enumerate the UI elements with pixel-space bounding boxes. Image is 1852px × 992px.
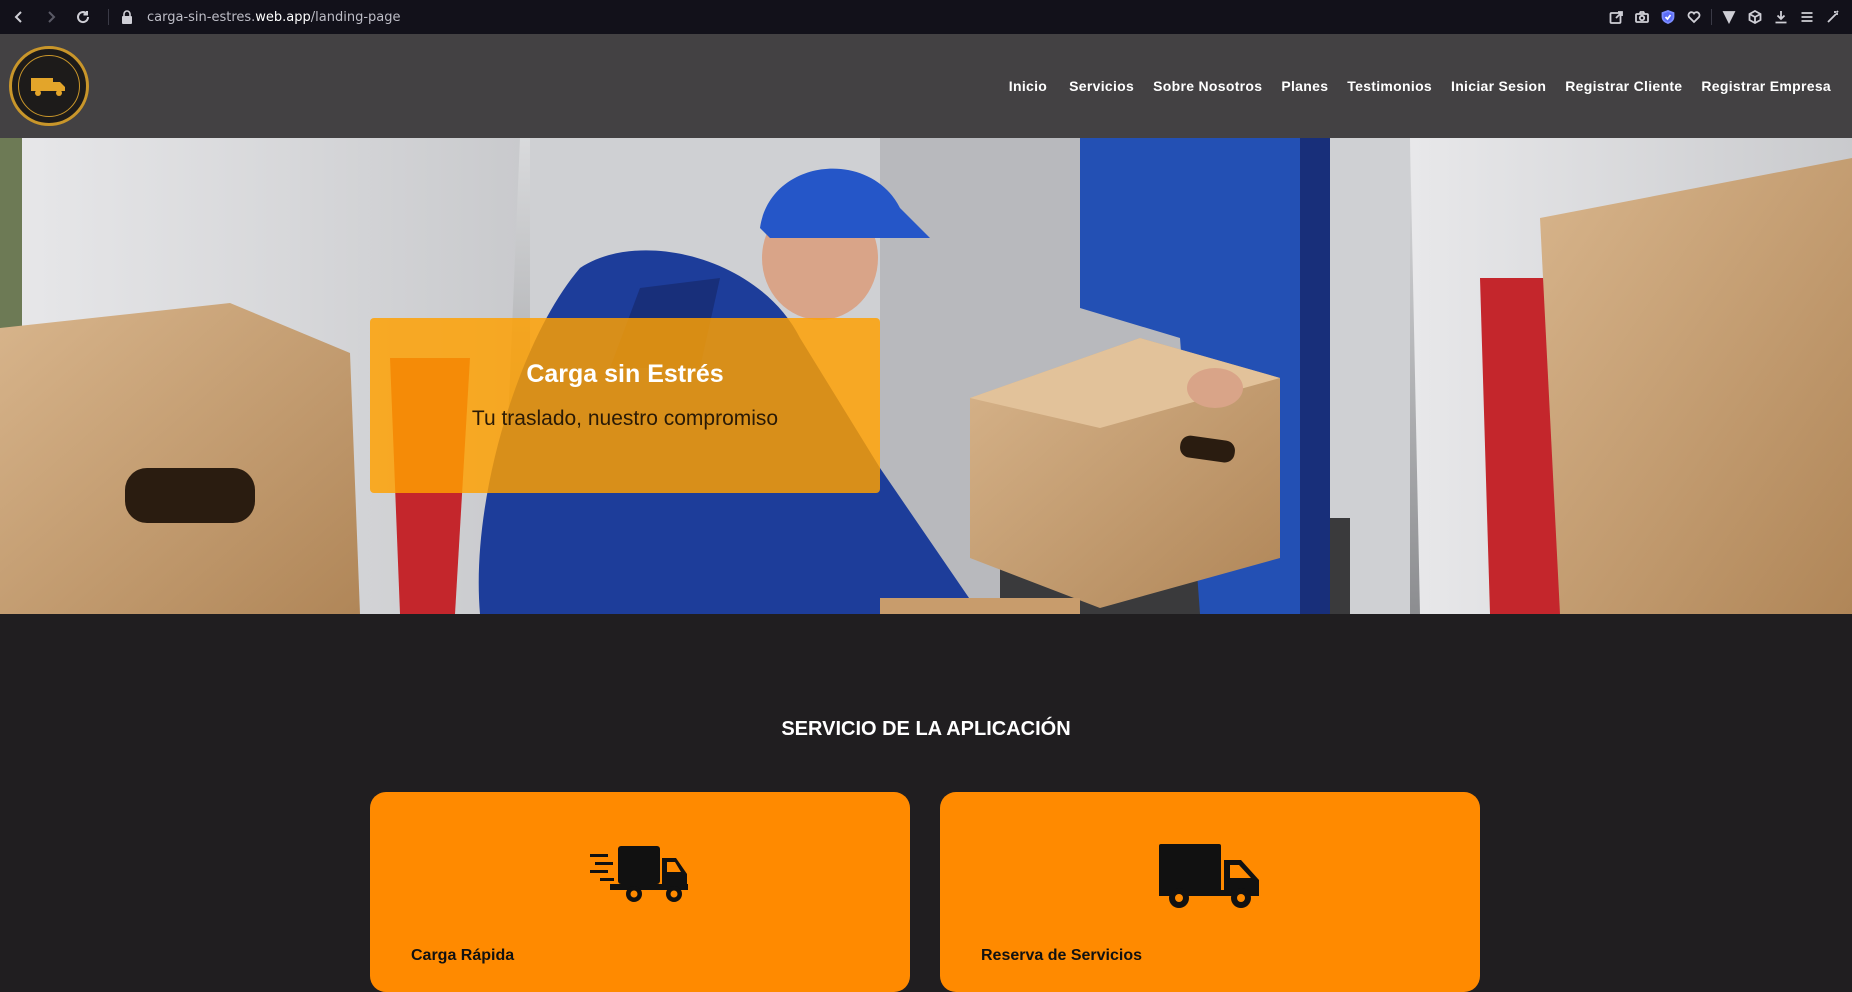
screenshot-button[interactable] — [1629, 4, 1655, 30]
profile-button[interactable] — [1820, 4, 1846, 30]
back-button[interactable] — [6, 4, 32, 30]
back-arrow-icon — [14, 11, 22, 23]
address-bar[interactable]: carga-sin-estres. web.app/landing-page — [121, 10, 401, 25]
service-card-carga-rapida[interactable]: Carga Rápida — [370, 792, 910, 992]
main-nav: Inicio Servicios Sobre Nosotros Planes T… — [1009, 34, 1831, 138]
nav-inicio[interactable]: Inicio — [1009, 78, 1047, 94]
nav-planes[interactable]: Planes — [1281, 78, 1328, 94]
reload-button[interactable] — [70, 4, 96, 30]
services-heading: SERVICIO DE LA APLICACIÓN — [781, 718, 1071, 740]
vee-icon — [1722, 11, 1736, 24]
menu-icon — [1801, 12, 1813, 22]
lock-icon — [122, 10, 132, 24]
icons-divider — [1711, 9, 1712, 25]
hero-card: Carga sin Estrés Tu traslado, nuestro co… — [370, 318, 880, 493]
fast-truck-icon — [370, 844, 910, 902]
url-path: /landing-page — [310, 9, 401, 25]
heart-icon — [1687, 11, 1701, 24]
nav-registrar-empresa[interactable]: Registrar Empresa — [1701, 78, 1831, 94]
camera-icon — [1635, 11, 1649, 23]
hero-background-image — [0, 138, 1852, 614]
share-icon — [1609, 11, 1623, 24]
logo-truck-icon — [31, 78, 65, 96]
nav-sobre-nosotros[interactable]: Sobre Nosotros — [1153, 78, 1262, 94]
downloads-button[interactable] — [1768, 4, 1794, 30]
bookmark-button[interactable] — [1681, 4, 1707, 30]
site-header: Inicio Servicios Sobre Nosotros Planes T… — [0, 34, 1852, 138]
url-domain: web.app — [255, 9, 311, 25]
url-prefix: carga-sin-estres. — [147, 9, 256, 25]
hero-subtitle: Tu traslado, nuestro compromiso — [471, 407, 779, 430]
nav-registrar-cliente[interactable]: Registrar Cliente — [1565, 78, 1682, 94]
browser-toolbar: carga-sin-estres. web.app/landing-page — [0, 0, 1852, 34]
nav-servicios[interactable]: Servicios — [1069, 78, 1134, 94]
share-button[interactable] — [1603, 4, 1629, 30]
site-logo[interactable] — [9, 46, 89, 126]
forward-button[interactable] — [38, 4, 64, 30]
nav-iniciar-sesion[interactable]: Iniciar Sesion — [1451, 78, 1546, 94]
truck-icon — [940, 844, 1480, 910]
nav-testimonios[interactable]: Testimonios — [1347, 78, 1432, 94]
hero-title: Carga sin Estrés — [526, 360, 724, 388]
shield-button[interactable] — [1655, 4, 1681, 30]
browser-extension-icons — [1603, 0, 1846, 34]
forward-arrow-icon — [48, 11, 56, 23]
extensions-button[interactable] — [1742, 4, 1768, 30]
service-card-reserva-de-servicios[interactable]: Reserva de Servicios — [940, 792, 1480, 992]
cube-icon — [1748, 10, 1762, 24]
hero-banner: Carga sin Estrés Tu traslado, nuestro co… — [0, 138, 1852, 614]
shield-icon — [1661, 10, 1675, 24]
reload-icon — [77, 11, 90, 24]
menu-button[interactable] — [1794, 4, 1820, 30]
service-card-title: Carga Rápida — [411, 947, 515, 964]
service-card-title: Reserva de Servicios — [981, 947, 1142, 964]
toolbar-divider — [108, 9, 109, 25]
download-icon — [1775, 11, 1787, 24]
vpn-button[interactable] — [1716, 4, 1742, 30]
logo-ring — [18, 55, 80, 117]
wand-icon — [1827, 10, 1839, 23]
